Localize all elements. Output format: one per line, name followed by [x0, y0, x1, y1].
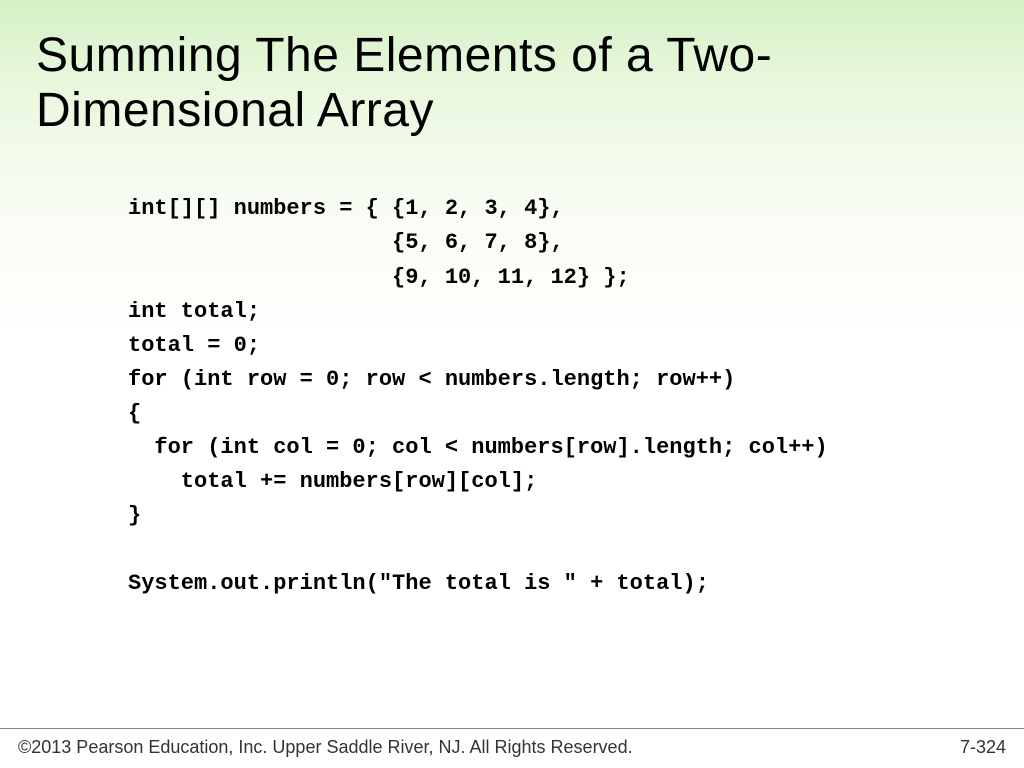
page-number: 7-324: [960, 737, 1006, 758]
copyright-text: ©2013 Pearson Education, Inc. Upper Sadd…: [18, 737, 633, 758]
code-block: int[][] numbers = { {1, 2, 3, 4}, {5, 6,…: [0, 138, 1024, 601]
slide-title: Summing The Elements of a Two-Dimensiona…: [0, 0, 1024, 138]
footer: ©2013 Pearson Education, Inc. Upper Sadd…: [0, 728, 1024, 768]
